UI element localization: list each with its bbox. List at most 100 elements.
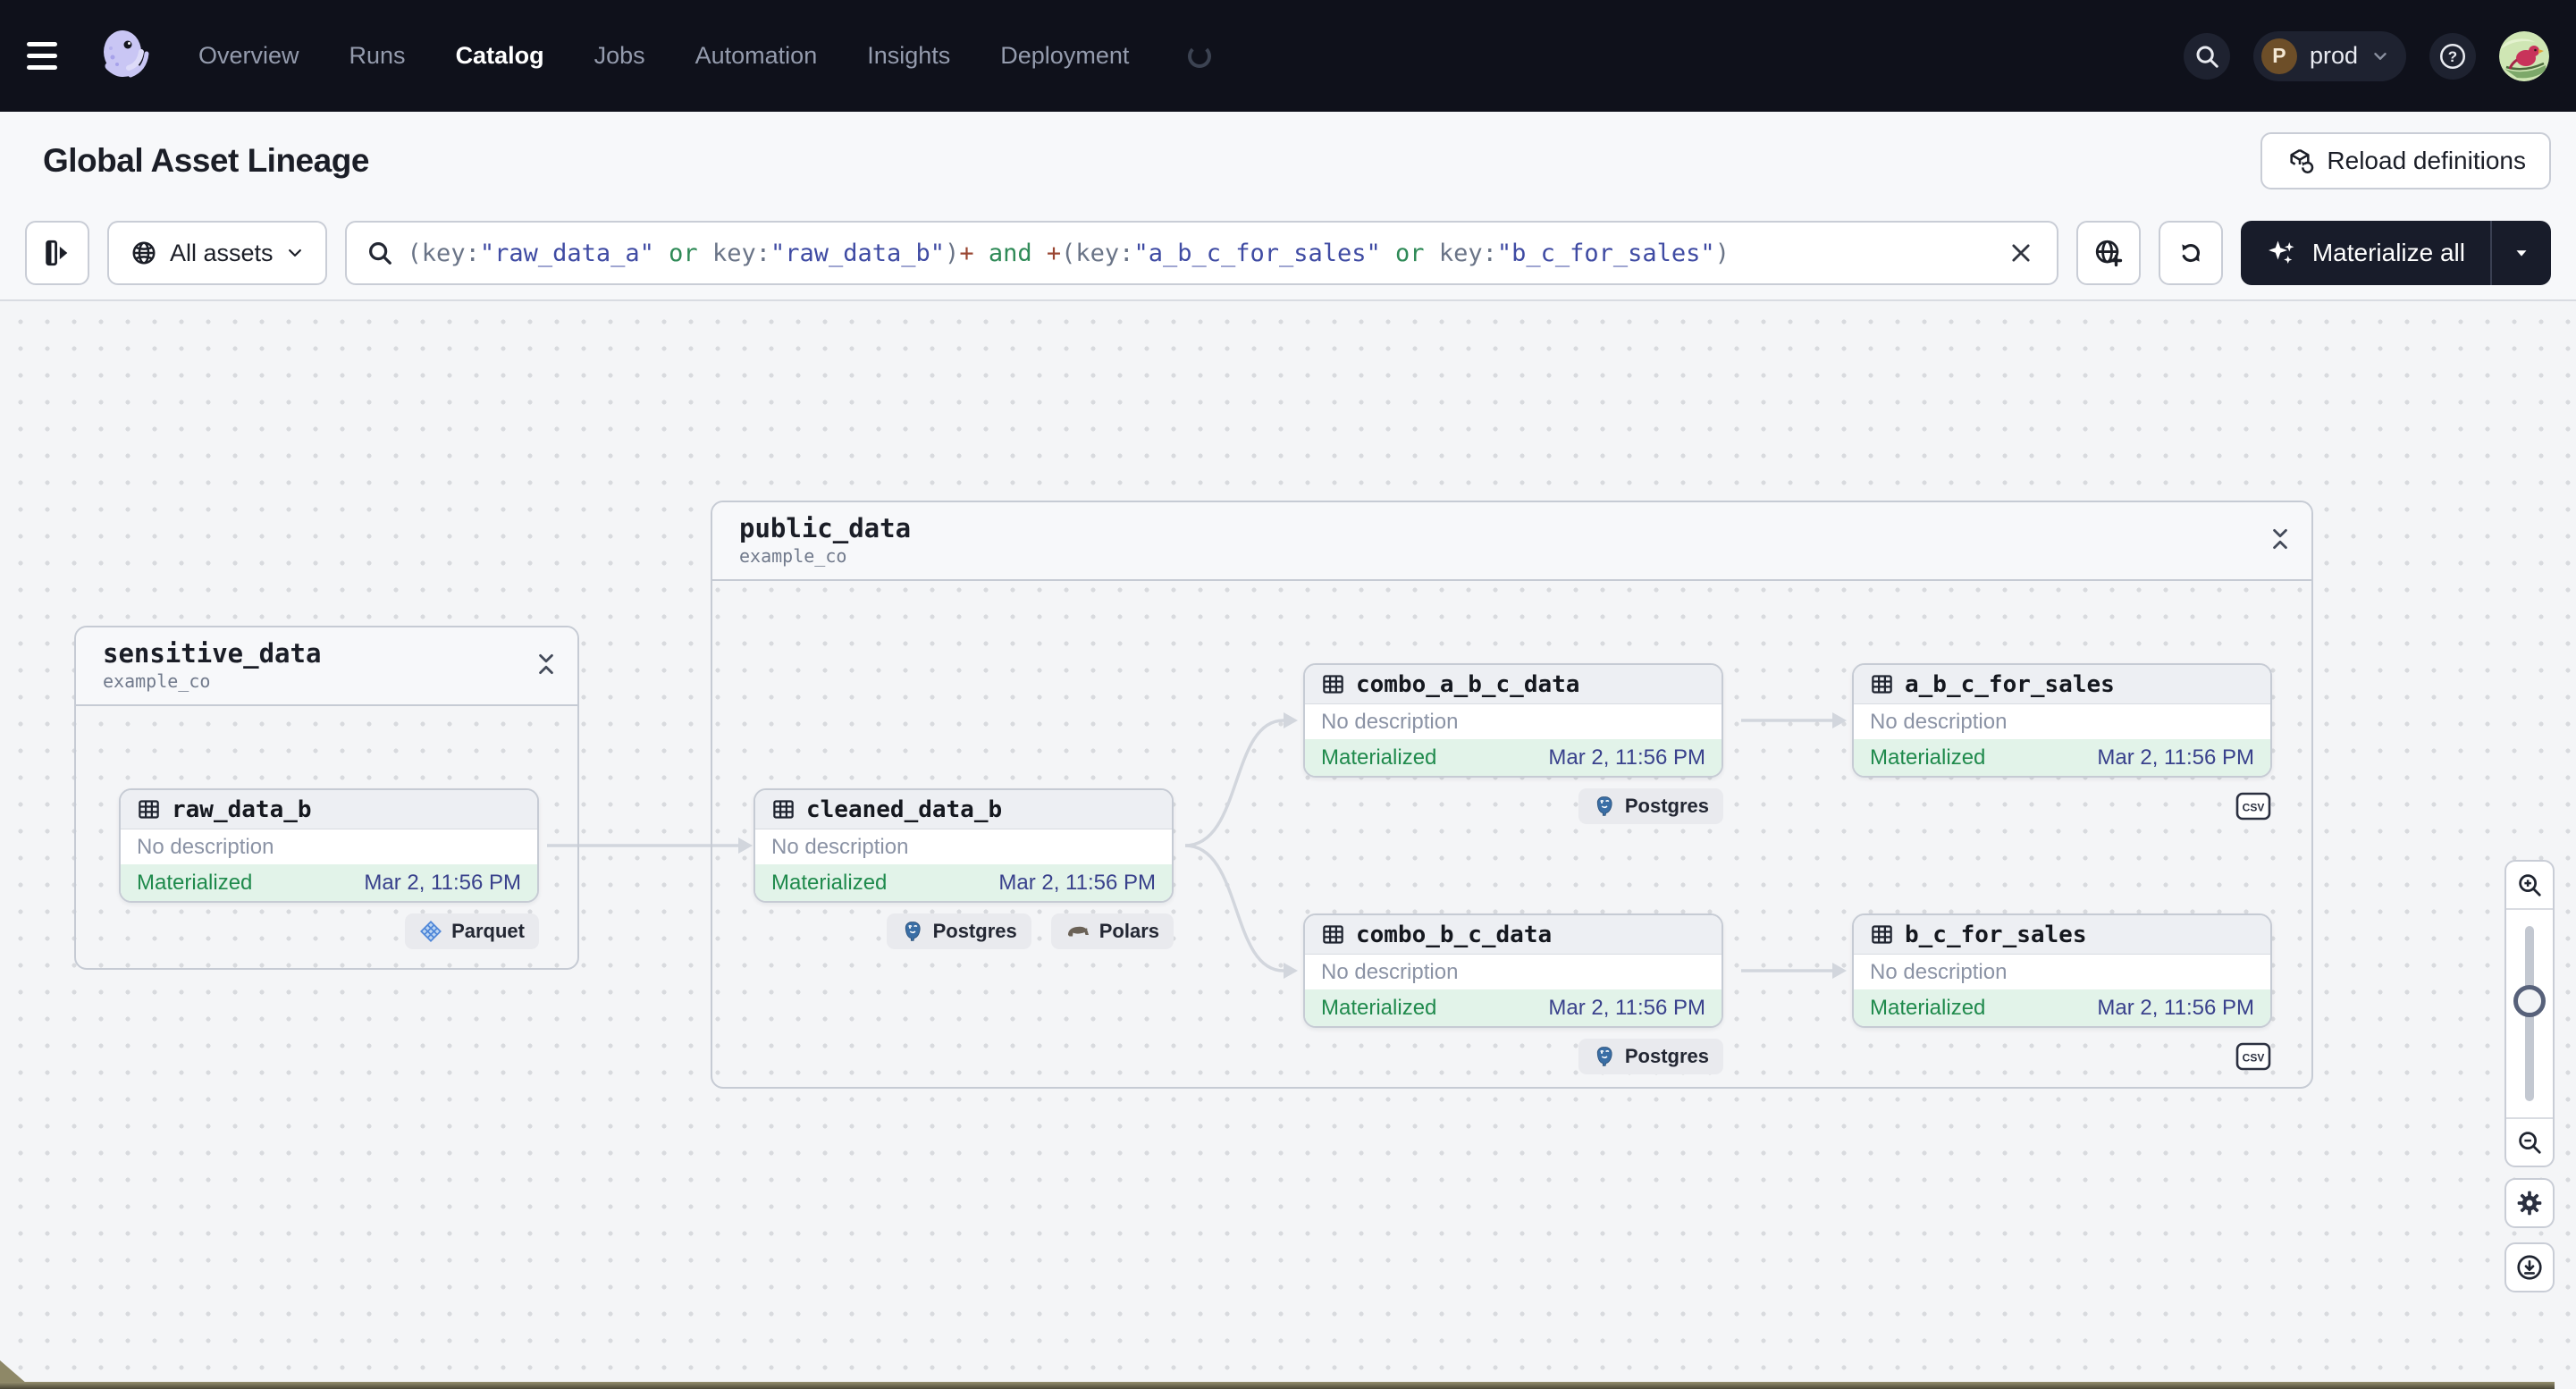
chevron-down-icon [288, 249, 301, 257]
dagster-logo-icon[interactable] [93, 25, 156, 88]
nav-item-insights[interactable]: Insights [867, 42, 950, 70]
top-navigation: Overview Runs Catalog Jobs Automation In… [0, 0, 2576, 112]
nav-item-runs[interactable]: Runs [349, 42, 406, 70]
table-icon [1323, 675, 1343, 694]
materialized-timestamp[interactable]: Mar 2, 11:56 PM [364, 871, 521, 896]
materialize-all-button[interactable]: Materialize all [2241, 221, 2490, 285]
asset-name: a_b_c_for_sales [1905, 670, 2115, 698]
materialized-badge: Materialized [1870, 745, 1986, 770]
caret-down-icon [2516, 250, 2527, 257]
asset-node-cleaned-data-b[interactable]: cleaned_data_b No description Materializ… [753, 788, 1174, 903]
tag-parquet[interactable]: Parquet [405, 913, 539, 949]
group-header[interactable]: sensitive_data example_co [76, 627, 577, 706]
materialize-all-label: Materialize all [2311, 239, 2465, 266]
asset-description: No description [137, 834, 274, 859]
svg-text:?: ? [2448, 47, 2457, 64]
asset-description: No description [1321, 959, 1459, 984]
sparkles-icon [2268, 240, 2294, 264]
zoom-in-button[interactable] [2506, 862, 2553, 910]
materialized-timestamp[interactable]: Mar 2, 11:56 PM [2097, 996, 2254, 1021]
tag-postgres[interactable]: Postgres [1578, 1039, 1723, 1074]
nav-item-jobs[interactable]: Jobs [594, 42, 645, 70]
asset-node-b-c-for-sales[interactable]: b_c_for_sales No description Materialize… [1852, 913, 2272, 1028]
nav-item-deployment[interactable]: Deployment [1000, 42, 1129, 70]
zoom-out-icon [2519, 1132, 2541, 1154]
collapse-group-icon[interactable] [535, 651, 558, 678]
collapse-group-icon[interactable] [2269, 526, 2292, 552]
group-subtitle: example_co [103, 670, 211, 692]
asset-node-combo-b-c-data[interactable]: combo_b_c_data No description Materializ… [1303, 913, 1723, 1028]
download-image-button[interactable] [2504, 1242, 2555, 1292]
nav-item-overview[interactable]: Overview [198, 42, 299, 70]
refresh-button[interactable] [2158, 221, 2223, 285]
asset-description: No description [1870, 959, 2008, 984]
group-header[interactable]: public_data example_co [712, 502, 2311, 581]
menu-icon[interactable] [27, 31, 77, 81]
search-query[interactable]: (key:"raw_data_a" or key:"raw_data_b")+ … [408, 240, 1989, 267]
table-icon [1872, 925, 1892, 944]
refresh-icon [2182, 243, 2200, 263]
tag-polars[interactable]: Polars [1050, 913, 1174, 949]
globe-add-icon [2095, 240, 2122, 267]
page-title: Global Asset Lineage [43, 142, 369, 179]
svg-text:CSV: CSV [2243, 802, 2265, 814]
tag-csv[interactable]: CSV [2235, 788, 2272, 824]
reload-definitions-icon [2290, 148, 2314, 173]
topbar-right: P prod ? [2183, 30, 2549, 81]
materialized-badge: Materialized [1870, 995, 1986, 1020]
lineage-toolbar: All assets (key:"raw_data_a" or key:"raw… [0, 210, 2576, 301]
asset-tags: CSV [1852, 1039, 2272, 1074]
zoom-slider-handle[interactable] [2513, 985, 2546, 1017]
clear-search-button[interactable] [2003, 235, 2039, 271]
help-button[interactable]: ? [2429, 32, 2476, 80]
group-title: public_data [739, 513, 912, 543]
create-catalog-view-button[interactable] [2075, 221, 2141, 285]
user-avatar[interactable] [2499, 30, 2549, 81]
open-sidebar-button[interactable] [25, 221, 89, 285]
chevron-down-icon [2374, 52, 2387, 60]
materialized-timestamp[interactable]: Mar 2, 11:56 PM [1548, 996, 1705, 1021]
page-header: Global Asset Lineage Reload definitions [0, 112, 2576, 210]
asset-search-input[interactable]: (key:"raw_data_a" or key:"raw_data_b")+ … [344, 221, 2058, 285]
reload-definitions-button[interactable]: Reload definitions [2260, 132, 2551, 189]
search-button[interactable] [2183, 32, 2230, 80]
zoom-slider[interactable] [2506, 910, 2553, 1117]
tag-postgres[interactable]: Postgres [1578, 788, 1723, 824]
zoom-in-icon [2519, 874, 2541, 897]
asset-scope-dropdown[interactable]: All assets [107, 221, 327, 285]
zoom-controls [2504, 860, 2555, 1167]
nav-item-catalog[interactable]: Catalog [456, 42, 544, 70]
asset-node-a-b-c-for-sales[interactable]: a_b_c_for_sales No description Materiali… [1852, 663, 2272, 778]
tag-postgres[interactable]: Postgres [886, 913, 1031, 949]
question-icon: ? [2439, 43, 2466, 69]
table-icon [1323, 925, 1343, 944]
asset-name: raw_data_b [172, 796, 312, 823]
materialize-options-button[interactable] [2492, 221, 2551, 285]
reload-definitions-label: Reload definitions [2327, 147, 2526, 174]
materialized-timestamp[interactable]: Mar 2, 11:56 PM [2097, 745, 2254, 770]
close-icon [2012, 244, 2030, 262]
asset-node-combo-a-b-c-data[interactable]: combo_a_b_c_data No description Material… [1303, 663, 1723, 778]
page-curl-decoration [0, 1360, 27, 1384]
postgres-icon [1596, 796, 1612, 816]
graph-settings-button[interactable] [2504, 1178, 2555, 1228]
zoom-out-button[interactable] [2506, 1117, 2553, 1166]
postgres-icon [905, 922, 921, 941]
asset-node-raw-data-b[interactable]: raw_data_b No description Materialized M… [119, 788, 539, 903]
deployment-initial: P [2260, 38, 2297, 74]
csv-icon: CSV [2235, 1042, 2271, 1071]
nav-item-automation[interactable]: Automation [695, 42, 818, 70]
loading-spinner-icon [1188, 44, 1212, 68]
postgres-icon [1596, 1047, 1612, 1066]
materialize-all-split-button: Materialize all [2240, 221, 2551, 285]
asset-scope-label: All assets [170, 239, 274, 266]
materialized-timestamp[interactable]: Mar 2, 11:56 PM [998, 871, 1156, 896]
lineage-canvas[interactable]: sensitive_data example_co public_data ex… [0, 301, 2576, 1382]
tag-label: Postgres [1624, 795, 1709, 817]
group-title: sensitive_data [103, 638, 322, 669]
search-icon [2196, 46, 2218, 68]
parquet-icon [420, 921, 442, 942]
tag-csv[interactable]: CSV [2235, 1039, 2272, 1074]
deployment-switcher[interactable]: P prod [2252, 30, 2406, 81]
materialized-timestamp[interactable]: Mar 2, 11:56 PM [1548, 745, 1705, 770]
